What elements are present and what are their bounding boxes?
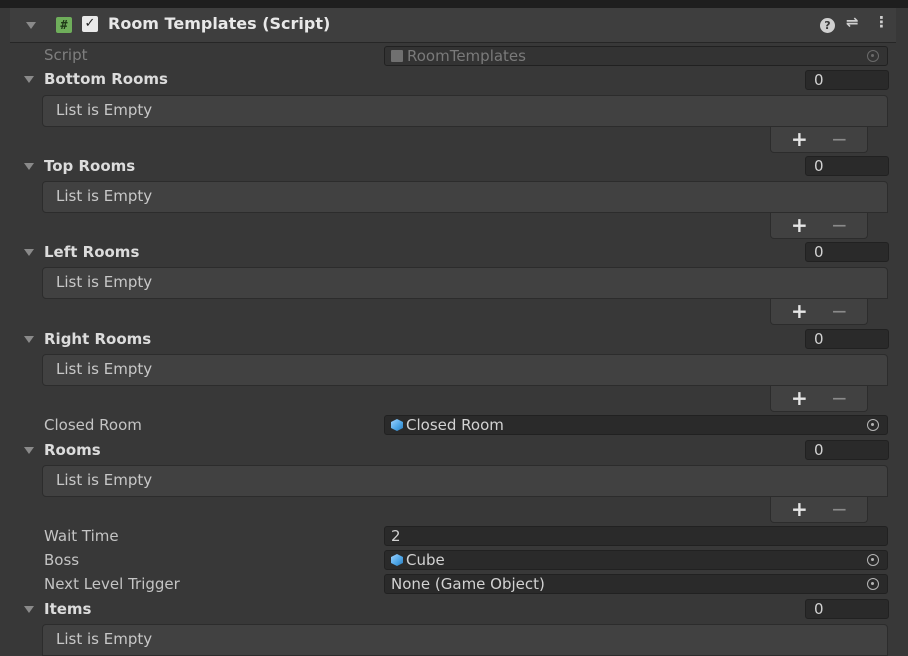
remove-element-button[interactable]: − [831,213,848,237]
prefab-cube-icon [391,419,403,431]
wait-time-label: Wait Time [44,527,119,545]
top-rooms-list: List is Empty [42,181,888,213]
rooms-list-footer: + − [770,497,868,523]
script-value: RoomTemplates [407,47,526,65]
more-icon[interactable]: ⋮ [874,13,889,31]
left-rooms-foldout-icon[interactable] [24,249,34,256]
right-rooms-list-footer: + − [770,386,868,412]
bottom-rooms-list-footer: + − [770,127,868,153]
remove-element-button[interactable]: − [831,127,848,151]
empty-list-text: List is Empty [56,187,153,205]
script-icon: # [56,17,72,33]
script-label: Script [44,46,88,64]
wait-time-value: 2 [391,527,401,545]
top-rooms-list-footer: + − [770,213,868,239]
empty-list-text: List is Empty [56,630,153,648]
boss-field[interactable]: Cube [384,550,888,570]
add-element-button[interactable]: + [791,386,808,410]
boss-label: Boss [44,551,80,569]
closed-room-label: Closed Room [44,416,142,434]
items-foldout-icon[interactable] [24,606,34,613]
items-label[interactable]: Items [44,600,91,618]
remove-element-button[interactable]: − [831,299,848,323]
rooms-size-field[interactable]: 0 [805,440,889,460]
bottom-rooms-label[interactable]: Bottom Rooms [44,70,168,88]
rooms-list: List is Empty [42,465,888,497]
items-list: List is Empty [42,624,888,656]
object-picker-icon[interactable] [867,554,879,566]
script-field: RoomTemplates [384,46,888,66]
object-picker-icon [867,50,879,62]
next-level-trigger-field[interactable]: None (Game Object) [384,574,888,594]
prefab-cube-icon [391,554,403,566]
top-rooms-size-field[interactable]: 0 [805,156,889,176]
closed-room-field[interactable]: Closed Room [384,415,888,435]
script-asset-icon [391,50,403,62]
top-strip [0,0,908,8]
bottom-rooms-foldout-icon[interactable] [24,76,34,83]
rooms-foldout-icon[interactable] [24,447,34,454]
right-rooms-label[interactable]: Right Rooms [44,330,151,348]
next-level-trigger-value: None (Game Object) [391,575,545,593]
right-rooms-list: List is Empty [42,354,888,386]
add-element-button[interactable]: + [791,127,808,151]
inspector-panel: # ✓ Room Templates (Script) ? ⇌ ⋮ Script… [0,0,908,656]
settings-icon[interactable]: ⇌ [846,13,859,31]
object-picker-icon[interactable] [867,578,879,590]
add-element-button[interactable]: + [791,213,808,237]
right-rooms-foldout-icon[interactable] [24,336,34,343]
empty-list-text: List is Empty [56,273,153,291]
object-picker-icon[interactable] [867,419,879,431]
help-icon[interactable]: ? [820,18,835,33]
component-header[interactable]: # ✓ Room Templates (Script) ? ⇌ ⋮ [10,8,896,43]
items-size-field[interactable]: 0 [805,599,889,619]
left-rooms-list: List is Empty [42,267,888,299]
right-rooms-size-field[interactable]: 0 [805,329,889,349]
left-rooms-size-field[interactable]: 0 [805,242,889,262]
boss-value: Cube [406,551,445,569]
bottom-rooms-size-field[interactable]: 0 [805,70,889,90]
next-level-trigger-label: Next Level Trigger [44,575,180,593]
empty-list-text: List is Empty [56,101,153,119]
top-rooms-foldout-icon[interactable] [24,163,34,170]
bottom-rooms-list: List is Empty [42,95,888,127]
add-element-button[interactable]: + [791,497,808,521]
add-element-button[interactable]: + [791,299,808,323]
collapse-arrow-icon[interactable] [26,22,36,29]
remove-element-button[interactable]: − [831,386,848,410]
closed-room-value: Closed Room [406,416,504,434]
component-title: Room Templates (Script) [108,14,331,33]
empty-list-text: List is Empty [56,471,153,489]
wait-time-field[interactable]: 2 [384,526,888,546]
remove-element-button[interactable]: − [831,497,848,521]
empty-list-text: List is Empty [56,360,153,378]
enabled-checkbox[interactable]: ✓ [82,16,98,32]
rooms-label[interactable]: Rooms [44,441,101,459]
left-rooms-list-footer: + − [770,299,868,325]
left-rooms-label[interactable]: Left Rooms [44,243,139,261]
top-rooms-label[interactable]: Top Rooms [44,157,135,175]
